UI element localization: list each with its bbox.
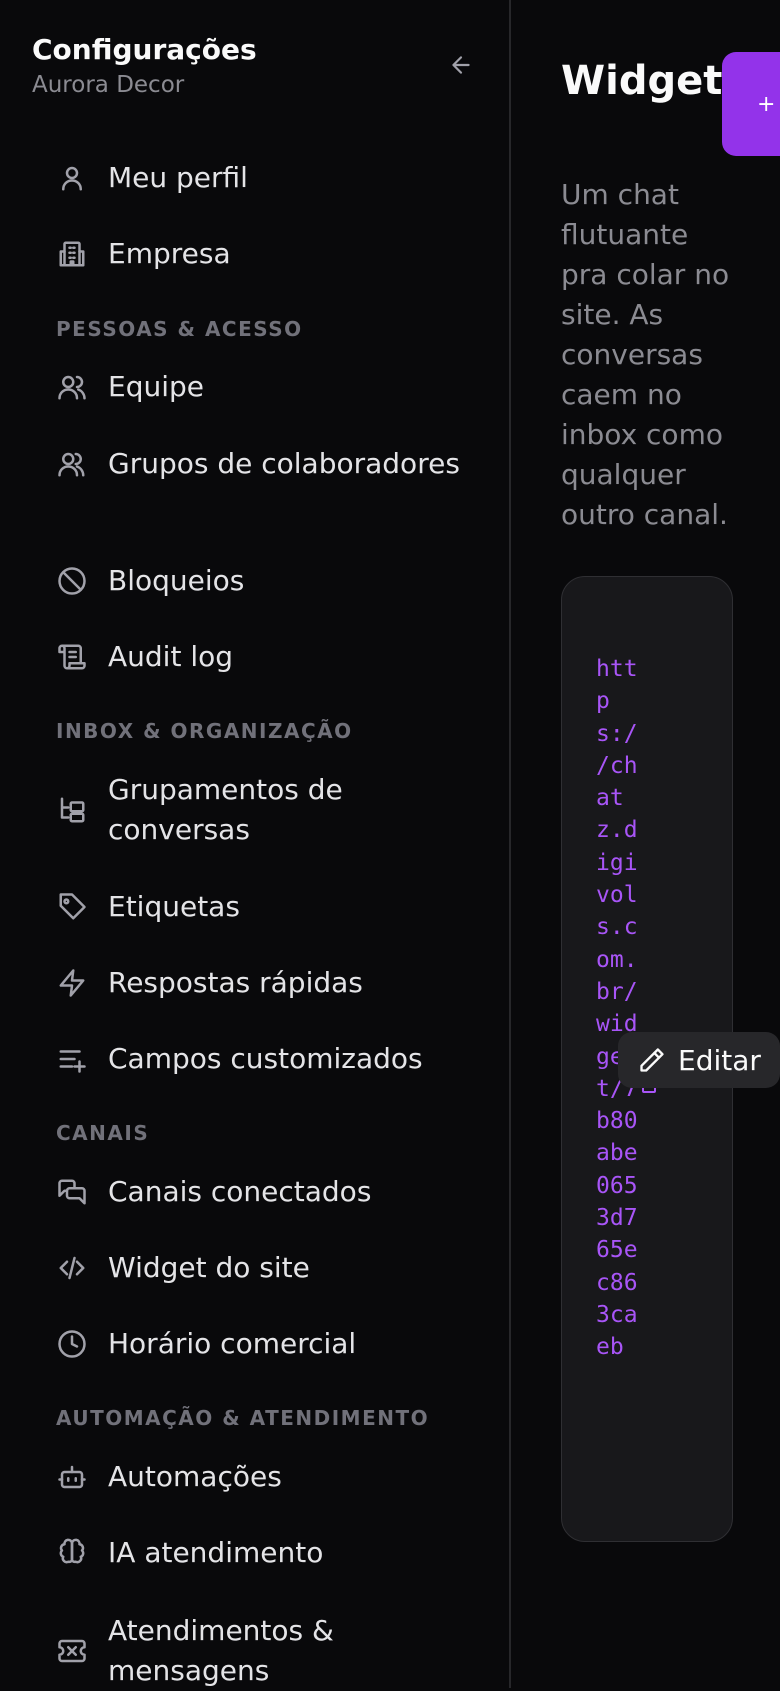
sidebar-item-equipe[interactable]: Equipe: [56, 367, 486, 407]
sidebar-item-empresa[interactable]: Empresa: [56, 234, 486, 274]
building-icon: [56, 238, 88, 270]
sidebar-item-ia-atendimento[interactable]: IA atendimento: [56, 1533, 486, 1573]
plus-icon: +: [757, 91, 776, 117]
sidebar-item-label: Atendimentos & mensagens: [108, 1614, 334, 1687]
folder-tree-icon: [56, 794, 88, 826]
workspace-name: Aurora Decor: [32, 72, 185, 98]
brain-icon: [56, 1537, 88, 1569]
sidebar-item-label: Grupamentos de conversas: [108, 773, 343, 846]
sidebar-item-grupamentos-de-conversas[interactable]: Grupamentos de conversas: [56, 770, 486, 850]
sidebar-item-label: Bloqueios: [108, 564, 245, 597]
sidebar-item-label: Respostas rápidas: [108, 966, 363, 999]
sidebar-item-label: Automações: [108, 1460, 282, 1493]
clock-icon: [56, 1328, 88, 1360]
sidebar-item-label: Meu perfil: [108, 161, 248, 194]
users-icon: [56, 371, 88, 403]
sidebar-item-label: IA atendimento: [108, 1536, 324, 1569]
messages-icon: [56, 1176, 88, 1208]
sidebar-item-horario-comercial[interactable]: Horário comercial: [56, 1324, 486, 1364]
code-icon: [56, 1252, 88, 1284]
sidebar-item-widget-do-site[interactable]: Widget do site: [56, 1248, 486, 1288]
users-group-icon: [56, 448, 88, 480]
edit-button-label: Editar: [678, 1043, 761, 1077]
sidebar-item-atendimentos-mensagens[interactable]: Atendimentos & mensagens: [56, 1611, 486, 1691]
sidebar-item-campos-customizados[interactable]: Campos customizados: [56, 1039, 486, 1079]
sidebar-item-label: Empresa: [108, 237, 231, 270]
sidebar-header: Configurações Aurora Decor: [32, 32, 472, 100]
sidebar-item-grupos-de-colaboradores[interactable]: Grupos de colaboradores: [56, 444, 486, 484]
sidebar-item-label: Etiquetas: [108, 890, 240, 923]
sidebar-item-label: Audit log: [108, 640, 234, 673]
section-inbox-organizacao: INBOX & ORGANIZAÇÃO: [56, 719, 353, 743]
zap-icon: [56, 967, 88, 999]
sidebar-item-label: Horário comercial: [108, 1327, 357, 1360]
edit-button[interactable]: Editar: [618, 1032, 780, 1088]
user-icon: [56, 162, 88, 194]
sidebar-item-label: Equipe: [108, 370, 204, 403]
section-pessoas-acesso: PESSOAS & ACESSO: [56, 317, 303, 341]
pencil-icon: [640, 1048, 664, 1072]
arrow-left-icon: [452, 56, 470, 74]
sidebar-item-canais-conectados[interactable]: Canais conectados: [56, 1172, 486, 1212]
sidebar-item-label: Canais conectados: [108, 1175, 372, 1208]
settings-sidebar: Configurações Aurora Decor Meu perfil Em…: [0, 0, 511, 1688]
list-plus-icon: [56, 1043, 88, 1075]
sidebar-item-automacoes[interactable]: Automações: [56, 1457, 486, 1497]
tag-icon: [56, 891, 88, 923]
sidebar-item-label: Grupos de colaboradores: [108, 447, 460, 480]
widget-url[interactable]: https://chatz.digivols.com.br/widget/7b8…: [596, 653, 640, 1364]
sidebar-item-label: Campos customizados: [108, 1042, 423, 1075]
ban-icon: [56, 565, 88, 597]
add-widget-button[interactable]: +: [722, 52, 780, 156]
bot-icon: [56, 1461, 88, 1493]
page-description: Um chat flutuante pra colar no site. As …: [561, 178, 730, 531]
settings-title: Configurações: [32, 33, 257, 66]
section-automacao-atendimento: AUTOMAÇÃO & ATENDIMENTO: [56, 1406, 430, 1430]
main-content: Widget do site Um chat flutuante pra col…: [513, 0, 780, 1688]
scroll-icon: [56, 641, 88, 673]
section-canais: CANAIS: [56, 1121, 150, 1145]
collapse-sidebar-button[interactable]: [446, 50, 476, 80]
sidebar-item-meu-perfil[interactable]: Meu perfil: [56, 158, 486, 198]
sidebar-item-respostas-rapidas[interactable]: Respostas rápidas: [56, 963, 486, 1003]
ticket-icon: [56, 1635, 88, 1667]
sidebar-item-label: Widget do site: [108, 1251, 310, 1284]
sidebar-item-etiquetas[interactable]: Etiquetas: [56, 887, 486, 927]
sidebar-item-audit-log[interactable]: Audit log: [56, 637, 486, 677]
sidebar-item-bloqueios[interactable]: Bloqueios: [56, 561, 486, 601]
